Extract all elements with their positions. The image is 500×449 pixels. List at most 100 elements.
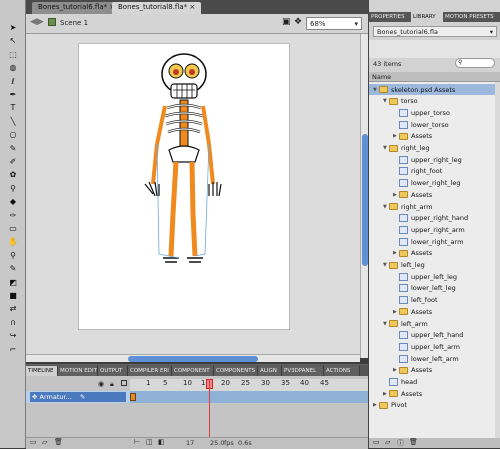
- list-item[interactable]: ▶ Pivot: [369, 400, 495, 411]
- list-item[interactable]: right_foot: [369, 166, 495, 177]
- list-item[interactable]: ▶ Assets: [369, 388, 495, 399]
- list-item[interactable]: upper_torso: [369, 107, 495, 118]
- list-item[interactable]: ▶ Assets: [369, 248, 495, 259]
- layer-row[interactable]: ✥ Armatur... ✎: [26, 391, 368, 403]
- list-item[interactable]: upper_right_leg: [369, 154, 495, 165]
- list-item[interactable]: ▶ Assets: [369, 365, 495, 376]
- swap-colors-icon[interactable]: ⇄: [6, 303, 20, 315]
- list-item[interactable]: head: [369, 377, 495, 388]
- new-folder-icon[interactable]: ▱: [385, 438, 390, 446]
- list-item[interactable]: ▼ left_arm: [369, 318, 495, 329]
- eyedropper-icon[interactable]: ✑: [6, 210, 20, 222]
- delete-icon[interactable]: 🗑︎: [409, 438, 418, 446]
- tab-actions[interactable]: ACTIONS: [324, 366, 360, 376]
- close-icon[interactable]: ×: [189, 3, 195, 11]
- stage-canvas[interactable]: [78, 43, 290, 330]
- center-frame-icon[interactable]: ⊢: [134, 438, 140, 446]
- fill-color-icon[interactable]: ◩: [6, 277, 20, 289]
- tab-compiler-errors[interactable]: COMPILER ERI: [128, 366, 172, 376]
- properties-icon[interactable]: ⓘ: [397, 438, 404, 448]
- list-item[interactable]: upper_left_hand: [369, 330, 495, 341]
- snap-icon[interactable]: ∩: [6, 317, 20, 329]
- paint-bucket-icon[interactable]: ◆: [6, 196, 20, 208]
- tab-properties[interactable]: PROPERTIES: [369, 12, 411, 22]
- tab-timeline[interactable]: TIMELINE: [26, 366, 58, 376]
- text-icon[interactable]: T: [6, 102, 20, 114]
- list-item[interactable]: ▼ right_arm: [369, 201, 495, 212]
- outline-icon[interactable]: [121, 380, 127, 386]
- subselection-icon[interactable]: ↖: [6, 35, 20, 47]
- stage-area[interactable]: [26, 34, 360, 358]
- list-item[interactable]: upper_left_leg: [369, 271, 495, 282]
- 3d-rotation-icon[interactable]: ◍: [6, 62, 20, 74]
- free-transform-icon[interactable]: ⬚: [6, 49, 20, 61]
- pen-icon[interactable]: ✒: [6, 89, 20, 101]
- tab-component[interactable]: COMPONENT: [172, 366, 214, 376]
- line-icon[interactable]: ╲: [6, 116, 20, 128]
- list-item[interactable]: ▼ right_leg: [369, 143, 495, 154]
- list-item[interactable]: lower_torso: [369, 119, 495, 130]
- library-document-select[interactable]: Bones_tutorial6.fla ▾: [373, 26, 497, 37]
- column-header-name[interactable]: Name: [369, 72, 500, 82]
- doc-tab-tutorial8[interactable]: Bones_tutorial8.fla* ×: [112, 2, 202, 14]
- list-item[interactable]: lower_left_arm: [369, 353, 495, 364]
- lasso-icon[interactable]: ℓ: [6, 76, 20, 88]
- stroke-color-icon[interactable]: ✎: [6, 263, 20, 275]
- rectangle-icon[interactable]: ○: [6, 129, 20, 141]
- straighten-icon[interactable]: ⌐: [6, 344, 20, 356]
- eraser-icon[interactable]: ▭: [6, 223, 20, 235]
- list-item[interactable]: lower_left_leg: [369, 283, 495, 294]
- frame-ruler[interactable]: 1 5 10 15 20 25 30 35 40 45: [130, 379, 368, 391]
- doc-tab-tutorial6[interactable]: Bones_tutorial6.fla* ×: [32, 2, 122, 14]
- bone-icon[interactable]: ⚲: [6, 183, 20, 195]
- list-item[interactable]: ▼ torso: [369, 96, 495, 107]
- onion-skin-icon[interactable]: ◫: [146, 438, 153, 446]
- layer-name[interactable]: ✥ Armatur... ✎: [30, 392, 126, 402]
- edit-scene-icon[interactable]: ▣: [282, 17, 291, 27]
- list-item[interactable]: ▼ skeleton.psd Assets: [369, 84, 495, 95]
- tab-components[interactable]: COMPONENTS: [214, 366, 258, 376]
- list-item[interactable]: upper_left_arm: [369, 341, 495, 352]
- smooth-icon[interactable]: ↪: [6, 330, 20, 342]
- zoom-select[interactable]: 68% ▾: [306, 17, 362, 30]
- delete-layer-icon[interactable]: 🗑︎: [54, 438, 63, 446]
- brush-icon[interactable]: ✐: [6, 156, 20, 168]
- edit-symbol-icon[interactable]: ❖: [294, 17, 302, 27]
- new-symbol-icon[interactable]: ▭: [373, 438, 380, 446]
- new-folder-icon[interactable]: ▱: [42, 438, 47, 446]
- frame-rate[interactable]: 25.0: [210, 439, 224, 447]
- library-search-input[interactable]: ⚲: [455, 58, 495, 68]
- scroll-thumb[interactable]: [128, 356, 258, 362]
- lock-icon[interactable]: 🔒︎: [110, 380, 114, 389]
- tab-motion-editor[interactable]: MOTION EDIT: [58, 366, 98, 376]
- edit-multiple-frames-icon[interactable]: ◧: [158, 438, 165, 446]
- layer-frames[interactable]: [130, 391, 368, 403]
- list-item[interactable]: upper_right_hand: [369, 213, 495, 224]
- list-item[interactable]: lower_right_leg: [369, 178, 495, 189]
- library-scrollbar[interactable]: [495, 82, 500, 438]
- list-item[interactable]: ▶ Assets: [369, 189, 495, 200]
- list-item[interactable]: ▼ left_leg: [369, 260, 495, 271]
- pencil-icon[interactable]: ✎: [6, 143, 20, 155]
- tab-align[interactable]: ALIGN: [258, 366, 282, 376]
- back-arrow-icon[interactable]: ◀▶: [30, 17, 44, 27]
- list-item[interactable]: ▶ Assets: [369, 131, 495, 142]
- black-white-icon[interactable]: ■: [6, 290, 20, 302]
- hand-icon[interactable]: ✋: [6, 236, 20, 248]
- list-item[interactable]: left_foot: [369, 295, 495, 306]
- stage-vertical-scrollbar[interactable]: [360, 34, 368, 358]
- new-layer-icon[interactable]: ▭: [30, 438, 37, 446]
- stage-horizontal-scrollbar[interactable]: [26, 354, 360, 362]
- skeleton-artwork[interactable]: [79, 44, 291, 331]
- deco-icon[interactable]: ✿: [6, 169, 20, 181]
- eye-icon[interactable]: ◉: [98, 380, 104, 388]
- tab-output[interactable]: OUTPUT: [98, 366, 128, 376]
- list-item[interactable]: upper_right_arm: [369, 224, 495, 235]
- zoom-icon[interactable]: ⚲: [6, 250, 20, 262]
- list-item[interactable]: ▶ Assets: [369, 306, 495, 317]
- tab-motion-presets[interactable]: MOTION PRESETS: [443, 12, 500, 22]
- list-item[interactable]: lower_right_arm: [369, 236, 495, 247]
- tab-pv3dpanel[interactable]: PV3DPANEL: [282, 366, 324, 376]
- tab-library[interactable]: LIBRARY: [411, 12, 443, 22]
- selection-arrow-icon[interactable]: ➤: [6, 22, 20, 34]
